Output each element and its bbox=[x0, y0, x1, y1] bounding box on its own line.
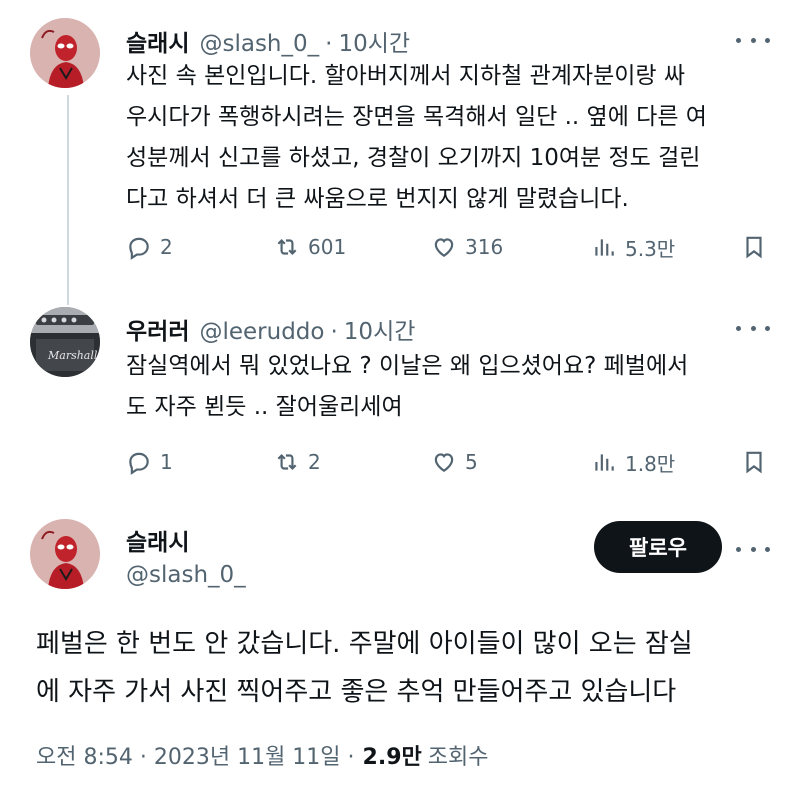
like-button[interactable]: 316 bbox=[431, 230, 503, 264]
thread-line bbox=[67, 95, 69, 305]
reply-button[interactable]: 2 bbox=[126, 230, 173, 264]
spiderman-avatar-image bbox=[30, 519, 100, 589]
views-button[interactable]: 1.8만 bbox=[591, 445, 675, 479]
more-dots-icon[interactable] bbox=[736, 318, 770, 338]
retweet-icon bbox=[277, 238, 297, 256]
views-chart-icon bbox=[595, 239, 614, 256]
user-handle[interactable]: @leeruddo bbox=[199, 319, 324, 345]
reply-count: 2 bbox=[160, 235, 173, 259]
bookmark-button[interactable] bbox=[741, 230, 767, 264]
reply-button[interactable]: 1 bbox=[126, 445, 173, 479]
tweet-text: 사진 속 본인입니다. 할아버지께서 지하철 관계자분이랑 싸 우시다가 폭행하… bbox=[126, 63, 707, 212]
like-count: 316 bbox=[465, 235, 504, 259]
like-button[interactable]: 5 bbox=[431, 445, 478, 479]
avatar[interactable] bbox=[30, 18, 100, 88]
views-count: 5.3만 bbox=[625, 236, 676, 261]
like-count: 5 bbox=[465, 450, 478, 474]
views-button[interactable]: 5.3만 bbox=[591, 230, 675, 264]
reply-count: 1 bbox=[160, 450, 173, 474]
tweet-actions: 2 601 316 5.3만 bbox=[126, 230, 776, 264]
separator: · bbox=[330, 319, 338, 345]
reply-icon bbox=[129, 237, 149, 260]
display-name[interactable]: 슬래시 bbox=[126, 523, 189, 557]
retweet-count: 2 bbox=[308, 450, 321, 474]
views-label: 조회수 bbox=[427, 745, 489, 770]
retweet-icon bbox=[277, 453, 297, 471]
retweet-button[interactable]: 601 bbox=[274, 230, 346, 264]
user-handle[interactable]: @slash_0_ bbox=[199, 31, 319, 57]
views-count: 1.8만 bbox=[625, 451, 676, 476]
spiderman-avatar-image bbox=[30, 18, 100, 88]
svg-text:Marshall: Marshall bbox=[47, 349, 98, 362]
avatar[interactable] bbox=[30, 519, 100, 589]
views-chart-icon bbox=[595, 454, 614, 471]
separator: · bbox=[325, 31, 333, 57]
tweet-meta: 오전 8:54 · 2023년 11월 11일 · 2.9만 조회수 bbox=[36, 739, 488, 771]
amplifier-avatar-image: Marshall bbox=[30, 307, 100, 377]
tweet-text: 잠실역에서 뭐 있었나요 ? 이날은 왜 입으셨어요? 페벌에서 도 자주 뵌듯… bbox=[126, 353, 689, 420]
post-time[interactable]: 10시간 bbox=[338, 24, 410, 58]
retweet-button[interactable]: 2 bbox=[274, 445, 321, 479]
display-name[interactable]: 우러러 bbox=[126, 312, 189, 346]
bookmark-icon bbox=[746, 451, 762, 474]
heart-icon bbox=[434, 453, 454, 472]
tweet-actions: 1 2 5 1.8만 bbox=[126, 445, 776, 479]
tweet-header: 슬래시 @slash_0_ · 10시간 bbox=[126, 24, 410, 58]
bookmark-button[interactable] bbox=[741, 445, 767, 479]
post-time[interactable]: 10시간 bbox=[344, 312, 416, 346]
avatar[interactable]: Marshall bbox=[30, 307, 100, 377]
follow-button[interactable]: 팔로우 bbox=[594, 521, 722, 573]
timestamp[interactable]: 오전 8:54 · 2023년 11월 11일 · bbox=[36, 739, 355, 771]
tweet-header: 우러러 @leeruddo · 10시간 bbox=[126, 312, 415, 346]
heart-icon bbox=[434, 238, 454, 257]
more-dots-icon[interactable] bbox=[736, 30, 770, 50]
views-count: 2.9만 bbox=[362, 745, 422, 770]
reply-icon bbox=[129, 452, 149, 475]
bookmark-icon bbox=[746, 236, 762, 259]
user-handle[interactable]: @slash_0_ bbox=[126, 562, 246, 588]
display-name[interactable]: 슬래시 bbox=[126, 24, 189, 58]
tweet-text: 페벌은 한 번도 안 갔습니다. 주말에 아이들이 많이 오는 잠실 에 자주 … bbox=[36, 629, 693, 707]
more-dots-icon[interactable] bbox=[736, 539, 770, 559]
retweet-count: 601 bbox=[308, 235, 347, 259]
